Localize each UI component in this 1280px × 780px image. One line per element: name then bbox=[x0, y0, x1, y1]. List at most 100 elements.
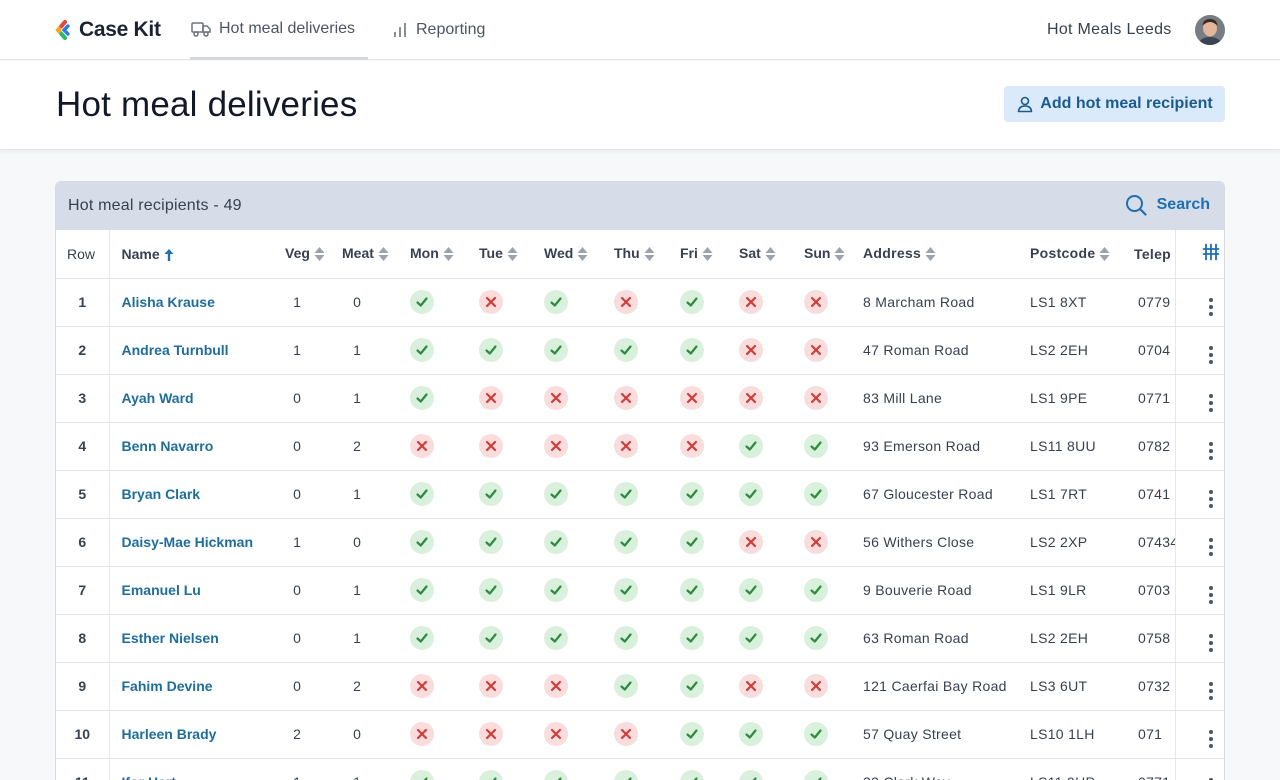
row-actions-cell[interactable] bbox=[1174, 422, 1224, 471]
row-actions-cell[interactable] bbox=[1174, 518, 1224, 567]
recipient-name-link[interactable]: Emanuel Lu bbox=[109, 566, 270, 615]
row-actions-cell[interactable] bbox=[1174, 326, 1224, 375]
column-header-thu[interactable]: Thu bbox=[614, 230, 680, 279]
sort-icon[interactable] bbox=[925, 246, 936, 262]
delivery-tue bbox=[479, 518, 544, 567]
delivery-tue bbox=[479, 422, 544, 471]
table-row[interactable]: 5 Bryan Clark 0 1 67 Gloucester Road LS1 7RT 0… bbox=[56, 470, 1224, 519]
column-header-name[interactable]: Name bbox=[109, 230, 270, 279]
column-header-tue[interactable]: Tue bbox=[479, 230, 544, 279]
tab-reporting[interactable]: Reporting bbox=[392, 0, 485, 60]
more-options-icon[interactable] bbox=[1208, 297, 1213, 316]
table-row[interactable]: 6 Daisy-Mae Hickman 1 0 56 Withers Close LS2 … bbox=[56, 518, 1224, 567]
column-settings-icon[interactable] bbox=[1202, 243, 1220, 261]
row-actions-cell[interactable] bbox=[1174, 470, 1224, 519]
row-actions-cell[interactable] bbox=[1174, 566, 1224, 615]
recipient-name-link[interactable]: Harleen Brady bbox=[109, 710, 270, 759]
sort-icon[interactable] bbox=[378, 246, 389, 262]
row-actions-cell[interactable] bbox=[1174, 662, 1224, 711]
column-header-veg[interactable]: Veg bbox=[270, 230, 324, 279]
recipient-name-link[interactable]: Esther Nielsen bbox=[109, 614, 270, 663]
veg-count: 0 bbox=[270, 470, 324, 519]
row-actions-cell[interactable] bbox=[1174, 278, 1224, 327]
column-settings-header[interactable] bbox=[1174, 230, 1224, 279]
check-icon bbox=[739, 434, 763, 458]
delivery-wed bbox=[544, 422, 614, 471]
brand-logo[interactable]: Case Kit bbox=[55, 18, 161, 42]
more-options-icon[interactable] bbox=[1208, 633, 1213, 652]
column-header-meat[interactable]: Meat bbox=[324, 230, 410, 279]
recipient-name-link[interactable]: Bryan Clark bbox=[109, 470, 270, 519]
sort-icon[interactable] bbox=[314, 246, 324, 262]
row-actions-cell[interactable] bbox=[1174, 374, 1224, 423]
row-actions-cell[interactable] bbox=[1174, 758, 1224, 780]
table-row[interactable]: 11Ifor Hart1133 Clark WayLS11 9HP0771 bbox=[56, 758, 1224, 780]
check-icon bbox=[614, 770, 638, 780]
table-row[interactable]: 9 Fahim Devine 0 2 121 Caerfai Bay Road LS3 6… bbox=[56, 662, 1224, 711]
cross-icon bbox=[804, 530, 828, 554]
table-row[interactable]: 7 Emanuel Lu 0 1 9 Bouverie Road LS1 9LR 0703 bbox=[56, 566, 1224, 615]
column-header-sun[interactable]: Sun bbox=[804, 230, 863, 279]
delivery-thu bbox=[614, 614, 680, 663]
recipient-name-link[interactable]: Ayah Ward bbox=[109, 374, 270, 423]
more-options-icon[interactable] bbox=[1208, 345, 1213, 364]
more-options-icon[interactable] bbox=[1208, 489, 1213, 508]
recipient-name-link[interactable]: Andrea Turnbull bbox=[109, 326, 270, 375]
column-header-sat[interactable]: Sat bbox=[739, 230, 804, 279]
table-row[interactable]: 2 Andrea Turnbull 1 1 47 Roman Road LS2 2EH 07… bbox=[56, 326, 1224, 375]
delivery-mon bbox=[410, 566, 479, 615]
more-options-icon[interactable] bbox=[1208, 729, 1213, 748]
sort-icon[interactable] bbox=[1099, 246, 1110, 262]
column-header-label: Tue bbox=[479, 245, 503, 262]
delivery-wed bbox=[544, 278, 614, 327]
more-options-icon[interactable] bbox=[1208, 441, 1213, 460]
top-navigation: Case Kit Hot meal deliveries Reporting H… bbox=[0, 0, 1280, 60]
recipient-name-link[interactable]: Alisha Krause bbox=[109, 278, 270, 327]
column-header-address[interactable]: Address bbox=[863, 230, 1030, 279]
sort-ascending-icon[interactable] bbox=[164, 248, 174, 262]
sort-icon[interactable] bbox=[443, 246, 454, 262]
table-row[interactable]: 4 Benn Navarro 0 2 93 Emerson Road LS11 8UU 07… bbox=[56, 422, 1224, 471]
row-actions-cell[interactable] bbox=[1174, 710, 1224, 759]
delivery-mon bbox=[410, 614, 479, 663]
sort-icon[interactable] bbox=[765, 246, 776, 262]
column-header-fri[interactable]: Fri bbox=[680, 230, 739, 279]
sort-icon[interactable] bbox=[644, 246, 655, 262]
table-row[interactable]: 10 Harleen Brady 2 0 57 Quay Street LS10 1LH 0… bbox=[56, 710, 1224, 759]
row-number: 11 bbox=[56, 758, 110, 780]
sort-icon[interactable] bbox=[577, 246, 588, 262]
search-button[interactable]: Search bbox=[1125, 194, 1210, 216]
column-header-wed[interactable]: Wed bbox=[544, 230, 614, 279]
check-icon bbox=[614, 674, 638, 698]
check-icon bbox=[739, 482, 763, 506]
postcode: LS11 9HP bbox=[1030, 758, 1134, 780]
column-header-postcode[interactable]: Postcode bbox=[1030, 230, 1134, 279]
user-avatar[interactable] bbox=[1195, 15, 1225, 45]
recipient-name-link[interactable]: Benn Navarro bbox=[109, 422, 270, 471]
more-options-icon[interactable] bbox=[1208, 393, 1213, 412]
more-options-icon[interactable] bbox=[1208, 585, 1213, 604]
column-header-telep[interactable]: Telep bbox=[1134, 230, 1175, 279]
sort-icon[interactable] bbox=[507, 246, 518, 262]
more-options-icon[interactable] bbox=[1208, 537, 1213, 556]
sort-icon[interactable] bbox=[834, 246, 845, 262]
tab-hot-meal-deliveries[interactable]: Hot meal deliveries bbox=[190, 0, 368, 60]
recipient-name-link[interactable]: Daisy-Mae Hickman bbox=[109, 518, 270, 567]
column-header-mon[interactable]: Mon bbox=[410, 230, 479, 279]
check-icon bbox=[544, 530, 568, 554]
check-icon bbox=[680, 530, 704, 554]
sort-icon[interactable] bbox=[702, 246, 713, 262]
check-icon bbox=[804, 482, 828, 506]
table-row[interactable]: 3 Ayah Ward 0 1 83 Mill Lane LS1 9PE 0771 bbox=[56, 374, 1224, 423]
table-row[interactable]: 8 Esther Nielsen 0 1 63 Roman Road LS2 2EH 075… bbox=[56, 614, 1224, 663]
recipient-name-link[interactable]: Ifor Hart bbox=[109, 758, 270, 780]
more-options-icon[interactable] bbox=[1208, 681, 1213, 700]
cross-icon bbox=[680, 386, 704, 410]
postcode: LS1 9PE bbox=[1030, 374, 1134, 423]
meat-count: 1 bbox=[324, 566, 410, 615]
cross-icon bbox=[479, 434, 503, 458]
table-row[interactable]: 1 Alisha Krause 1 0 8 Marcham Road LS1 8XT 077… bbox=[56, 278, 1224, 327]
recipient-name-link[interactable]: Fahim Devine bbox=[109, 662, 270, 711]
row-actions-cell[interactable] bbox=[1174, 614, 1224, 663]
add-recipient-button[interactable]: Add hot meal recipient bbox=[1004, 86, 1225, 122]
